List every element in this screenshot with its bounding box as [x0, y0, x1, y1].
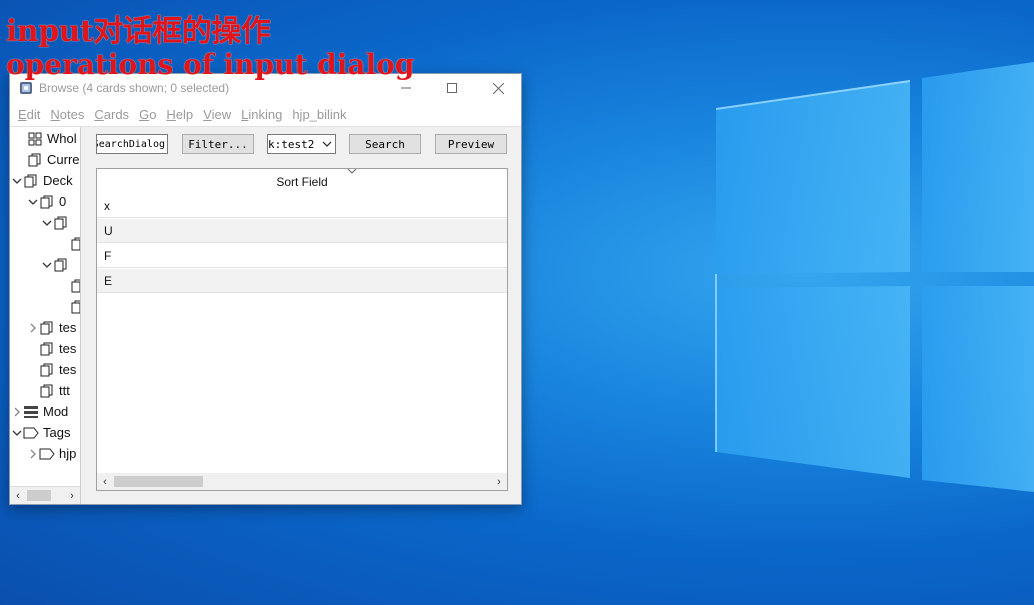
table-row[interactable]: F: [97, 244, 507, 268]
sidebar-item-subdeck-3[interactable]: [41, 254, 73, 275]
column-header-sort-field[interactable]: Sort Field: [97, 169, 507, 194]
sidebar-item-test-c[interactable]: tes: [27, 359, 76, 380]
scrollbar-thumb[interactable]: [27, 490, 51, 501]
menu-hjp-bilink[interactable]: hjp_bilink: [289, 107, 353, 122]
chevron-right-icon[interactable]: [27, 448, 39, 460]
deck-icon: [39, 320, 55, 336]
tag-icon: [39, 446, 55, 462]
chevron-down-icon[interactable]: [11, 427, 23, 439]
search-dialog-input[interactable]: SearchDialog: [96, 134, 168, 154]
chevron-right-icon[interactable]: [27, 322, 39, 334]
deck-icon: [39, 341, 55, 357]
menu-help[interactable]: Help: [163, 107, 200, 122]
sidebar-item-ttt[interactable]: ttt: [27, 380, 70, 401]
scroll-left-icon[interactable]: ‹: [97, 473, 113, 490]
deck-icon: [53, 215, 69, 231]
minimize-icon: [401, 87, 411, 89]
sidebar-item-test-b[interactable]: tes: [27, 338, 76, 359]
menu-notes[interactable]: Notes: [47, 107, 91, 122]
sidebar-item-decks[interactable]: Deck: [11, 170, 73, 191]
cards-icon: [23, 173, 39, 189]
sidebar-item-deck-0[interactable]: 0: [27, 191, 66, 212]
menu-go[interactable]: Go: [136, 107, 163, 122]
deck-icon: [39, 362, 55, 378]
sidebar-horizontal-scrollbar[interactable]: ‹ ›: [10, 486, 80, 504]
scroll-right-icon[interactable]: ›: [491, 473, 507, 490]
sort-indicator-icon: [347, 169, 357, 174]
caption-chinese: input对话框的操作: [6, 14, 271, 49]
search-button[interactable]: Search: [349, 134, 421, 154]
menu-bar: Edit Notes Cards Go Help View Linking hj…: [10, 102, 521, 127]
table-row[interactable]: U: [97, 219, 507, 243]
sidebar-item-subdeck-2[interactable]: [70, 233, 80, 254]
chevron-down-icon[interactable]: [11, 175, 23, 187]
sidebar-tree: Whol Curre Deck 0 tes tes tes ttt Mod Ta…: [10, 127, 81, 504]
maximize-icon: [447, 83, 457, 93]
table-row[interactable]: E: [97, 269, 507, 293]
chevron-down-icon[interactable]: [41, 259, 53, 271]
tag-icon: [23, 425, 39, 441]
sidebar-item-subdeck-4[interactable]: [70, 275, 80, 296]
menu-cards[interactable]: Cards: [91, 107, 136, 122]
app-icon: [20, 82, 32, 94]
table-horizontal-scrollbar[interactable]: ‹ ›: [97, 473, 507, 490]
scrollbar-thumb[interactable]: [114, 476, 203, 487]
menu-edit[interactable]: Edit: [15, 107, 47, 122]
sidebar-item-tag-hjp[interactable]: hjp: [27, 443, 76, 464]
deck-icon: [53, 257, 69, 273]
chevron-down-icon[interactable]: [41, 217, 53, 229]
filter-button[interactable]: Filter...: [182, 134, 254, 154]
note-types-icon: [23, 404, 39, 420]
deck-icon: [70, 278, 80, 294]
sidebar-item-subdeck-1[interactable]: [41, 212, 73, 233]
sidebar-item-note-types[interactable]: Mod: [11, 401, 68, 422]
browse-window: Browse (4 cards shown; 0 selected) Edit …: [9, 73, 522, 505]
deck-icon: [70, 236, 80, 252]
caption-english: operations of input dialog: [6, 48, 415, 81]
deck-icon: [39, 383, 55, 399]
scroll-left-icon[interactable]: ‹: [11, 487, 25, 504]
close-icon: [492, 82, 504, 94]
whole-collection-icon: [27, 131, 43, 147]
preview-button[interactable]: Preview: [435, 134, 507, 154]
sidebar-item-tags[interactable]: Tags: [11, 422, 70, 443]
sidebar-item-subdeck-5[interactable]: [70, 296, 80, 317]
chevron-down-icon: [322, 141, 332, 147]
chevron-down-icon[interactable]: [27, 196, 39, 208]
sidebar-item-test-a[interactable]: tes: [27, 317, 76, 338]
cards-icon: [27, 152, 43, 168]
sidebar-item-current-deck[interactable]: Curre: [15, 149, 80, 170]
windows-logo-icon: [715, 62, 1034, 492]
close-button[interactable]: [475, 74, 521, 102]
deck-search-select[interactable]: k:test2: [267, 134, 336, 154]
deck-icon: [39, 194, 55, 210]
deck-icon: [70, 299, 80, 315]
menu-view[interactable]: View: [200, 107, 238, 122]
chevron-right-icon[interactable]: [11, 406, 23, 418]
scroll-right-icon[interactable]: ›: [65, 487, 79, 504]
maximize-button[interactable]: [429, 74, 475, 102]
table-row[interactable]: x: [97, 194, 507, 218]
menu-linking[interactable]: Linking: [238, 107, 289, 122]
window-title: Browse (4 cards shown; 0 selected): [39, 81, 230, 95]
cards-table[interactable]: Sort Field x U F E ‹ ›: [96, 168, 508, 491]
sidebar-item-whole-collection[interactable]: Whol: [15, 128, 77, 149]
deck-search-value: k:test2: [268, 137, 315, 151]
